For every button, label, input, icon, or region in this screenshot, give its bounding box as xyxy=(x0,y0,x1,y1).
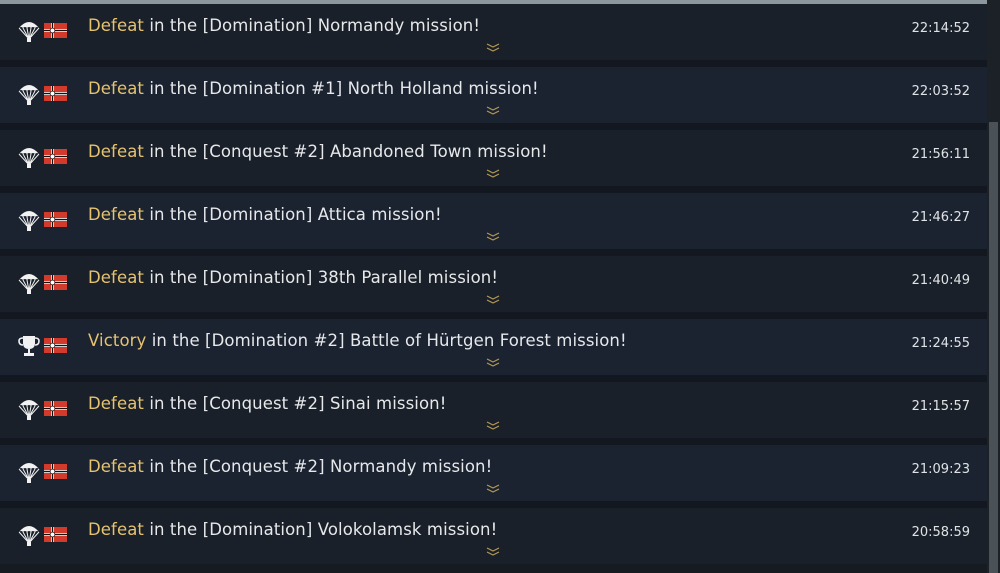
chevron-down-icon[interactable] xyxy=(484,42,502,52)
battle-message: Defeat in the [Domination] Normandy miss… xyxy=(88,16,480,35)
battle-result: Defeat xyxy=(88,268,144,287)
chevron-down-icon[interactable] xyxy=(484,546,502,556)
germany-flag-icon xyxy=(44,401,67,416)
battle-result: Defeat xyxy=(88,142,144,161)
battle-result: Defeat xyxy=(88,457,144,476)
parachute-icon xyxy=(18,463,40,483)
battle-log-row[interactable]: Defeat in the [Conquest #2] Normandy mis… xyxy=(0,445,987,501)
battle-message: Defeat in the [Conquest #2] Abandoned To… xyxy=(88,142,548,161)
row-divider xyxy=(0,438,987,445)
chevron-down-icon[interactable] xyxy=(484,168,502,178)
battle-message: Defeat in the [Domination] Attica missio… xyxy=(88,205,442,224)
parachute-icon xyxy=(18,22,40,42)
parachute-icon xyxy=(18,400,40,420)
battle-description: in the [Domination] Volokolamsk mission! xyxy=(144,520,498,539)
battle-log-row[interactable]: Defeat in the [Conquest #2] Sinai missio… xyxy=(0,382,987,438)
battle-description: in the [Conquest #2] Abandoned Town miss… xyxy=(144,142,548,161)
chevron-down-icon[interactable] xyxy=(484,105,502,115)
germany-flag-icon xyxy=(44,86,67,101)
scrollbar-thumb[interactable] xyxy=(989,122,998,573)
battle-result: Defeat xyxy=(88,520,144,539)
battle-result: Defeat xyxy=(88,394,144,413)
battle-description: in the [Domination] 38th Parallel missio… xyxy=(144,268,499,287)
row-divider xyxy=(0,186,987,193)
battle-log-row[interactable]: Defeat in the [Domination] Volokolamsk m… xyxy=(0,508,987,564)
germany-flag-icon xyxy=(44,23,67,38)
battle-description: in the [Domination #1] North Holland mis… xyxy=(144,79,539,98)
battle-result: Defeat xyxy=(88,79,144,98)
battle-time: 21:09:23 xyxy=(911,462,970,477)
battle-time: 21:24:55 xyxy=(911,336,970,351)
battle-time: 21:15:57 xyxy=(911,399,970,414)
battle-description: in the [Domination] Normandy mission! xyxy=(144,16,481,35)
battle-message: Defeat in the [Domination] 38th Parallel… xyxy=(88,268,498,287)
battle-description: in the [Conquest #2] Sinai mission! xyxy=(144,394,447,413)
row-divider xyxy=(0,501,987,508)
battle-time: 22:03:52 xyxy=(911,84,970,99)
parachute-icon xyxy=(18,526,40,546)
battle-time: 21:46:27 xyxy=(911,210,970,225)
chevron-down-icon[interactable] xyxy=(484,357,502,367)
battle-time: 21:56:11 xyxy=(911,147,970,162)
battle-result: Defeat xyxy=(88,16,144,35)
battle-log-row[interactable]: Defeat in the [Domination #1] North Holl… xyxy=(0,67,987,123)
row-divider xyxy=(0,123,987,130)
chevron-down-icon[interactable] xyxy=(484,420,502,430)
parachute-icon xyxy=(18,85,40,105)
germany-flag-icon xyxy=(44,338,67,353)
parachute-icon xyxy=(18,274,40,294)
chevron-down-icon[interactable] xyxy=(484,231,502,241)
battle-description: in the [Domination] Attica mission! xyxy=(144,205,442,224)
battle-log-list: Defeat in the [Domination] Normandy miss… xyxy=(0,4,987,573)
row-divider xyxy=(0,60,987,67)
battle-time: 20:58:59 xyxy=(911,525,970,540)
battle-log-row[interactable]: Defeat in the [Domination] 38th Parallel… xyxy=(0,256,987,312)
chevron-down-icon[interactable] xyxy=(484,483,502,493)
battle-log-row[interactable]: Victory in the [Domination #2] Battle of… xyxy=(0,319,987,375)
row-divider xyxy=(0,375,987,382)
battle-result: Defeat xyxy=(88,205,144,224)
battle-message: Defeat in the [Domination] Volokolamsk m… xyxy=(88,520,497,539)
battle-time: 21:40:49 xyxy=(911,273,970,288)
chevron-down-icon[interactable] xyxy=(484,294,502,304)
trophy-icon xyxy=(18,336,40,356)
germany-flag-icon xyxy=(44,212,67,227)
germany-flag-icon xyxy=(44,149,67,164)
battle-log-row[interactable]: Defeat in the [Domination] Normandy miss… xyxy=(0,4,987,60)
battle-description: in the [Conquest #2] Normandy mission! xyxy=(144,457,493,476)
battle-message: Defeat in the [Conquest #2] Normandy mis… xyxy=(88,457,492,476)
germany-flag-icon xyxy=(44,464,67,479)
battle-log-row[interactable]: Defeat in the [Domination] Attica missio… xyxy=(0,193,987,249)
germany-flag-icon xyxy=(44,527,67,542)
germany-flag-icon xyxy=(44,275,67,290)
battle-log-row[interactable]: Defeat in the [Conquest #2] Abandoned To… xyxy=(0,130,987,186)
row-divider xyxy=(0,249,987,256)
parachute-icon xyxy=(18,148,40,168)
battle-message: Defeat in the [Conquest #2] Sinai missio… xyxy=(88,394,446,413)
battle-description: in the [Domination #2] Battle of Hürtgen… xyxy=(146,331,627,350)
parachute-icon xyxy=(18,211,40,231)
battle-message: Defeat in the [Domination #1] North Holl… xyxy=(88,79,539,98)
battle-result: Victory xyxy=(88,331,147,350)
battle-time: 22:14:52 xyxy=(911,21,970,36)
battle-message: Victory in the [Domination #2] Battle of… xyxy=(88,331,627,350)
row-divider xyxy=(0,312,987,319)
